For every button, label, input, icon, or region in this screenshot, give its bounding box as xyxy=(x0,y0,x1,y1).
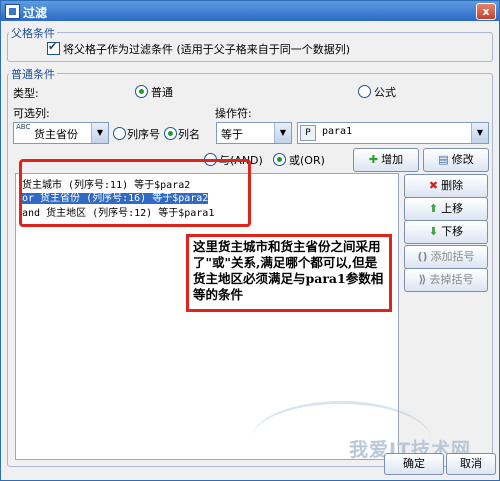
parent-filter-label: 将父格子作为过滤条件 (适用于父子格来自于同一个数据列) xyxy=(63,43,351,56)
column-index-radio[interactable] xyxy=(113,127,126,140)
type-normal-radio[interactable] xyxy=(135,85,148,98)
column-name-radio[interactable] xyxy=(164,127,177,140)
normal-condition-legend: 普通条件 xyxy=(9,66,57,82)
annotation-note: 这里货主城市和货主省份之间采用了"或"关系,满足哪个都可以,但是货主地区必须满足… xyxy=(186,234,392,312)
move-up-button[interactable]: ⬆ 上移 xyxy=(404,197,488,221)
delete-button[interactable]: ✖ 删除 xyxy=(404,174,488,198)
parameter-value: para1 xyxy=(322,126,353,137)
remove-bracket-button[interactable]: ⟫ 去掉括号 xyxy=(404,268,488,292)
operator-select[interactable]: 等于 ▼ xyxy=(216,122,292,144)
column-name-label: 列名 xyxy=(178,128,200,141)
abc-icon: ABC xyxy=(16,123,31,131)
filter-dialog: 过滤 x 父格条件 将父格子作为过滤条件 (适用于父子格来自于同一个数据列) 普… xyxy=(0,0,500,481)
bracket-icon: ⟫ xyxy=(418,273,427,286)
column-index-label: 列序号 xyxy=(127,128,160,141)
type-formula-label: 公式 xyxy=(374,86,396,99)
logic-or-radio[interactable] xyxy=(273,153,286,166)
title-bar[interactable]: 过滤 x xyxy=(1,1,499,21)
cancel-button[interactable]: 取消 xyxy=(446,453,496,475)
operator-value: 等于 xyxy=(221,128,243,141)
conditions-highlight-box xyxy=(19,159,251,227)
type-label: 类型: xyxy=(13,87,39,100)
chevron-down-icon[interactable]: ▼ xyxy=(471,123,488,143)
logic-or-label: 或(OR) xyxy=(289,154,325,167)
modify-button[interactable]: ▤ 修改 xyxy=(423,148,489,172)
delete-icon: ✖ xyxy=(428,179,439,192)
edit-icon: ▤ xyxy=(438,153,449,166)
bracket-icon: () xyxy=(417,250,428,263)
column-value: 货主省份 xyxy=(34,128,78,141)
parent-condition-legend: 父格条件 xyxy=(9,25,57,41)
arrow-down-icon: ⬇ xyxy=(428,225,439,238)
type-normal-label: 普通 xyxy=(151,86,173,99)
chevron-down-icon[interactable]: ▼ xyxy=(91,123,108,143)
ok-button[interactable]: 确定 xyxy=(384,453,444,475)
add-button[interactable]: ✚ 增加 xyxy=(353,148,419,172)
available-columns-label: 可选列: xyxy=(13,107,50,120)
column-select[interactable]: ABC 货主省份 ▼ xyxy=(13,122,109,144)
param-type-icon[interactable]: P xyxy=(300,125,316,141)
parent-filter-checkbox[interactable] xyxy=(47,40,60,55)
move-down-button[interactable]: ⬇ 下移 xyxy=(404,220,488,244)
chevron-down-icon[interactable]: ▼ xyxy=(274,123,291,143)
type-formula-radio[interactable] xyxy=(358,85,371,98)
close-button[interactable]: x xyxy=(476,3,496,20)
arrow-up-icon: ⬆ xyxy=(428,202,439,215)
operator-label: 操作符: xyxy=(215,107,252,120)
add-bracket-button[interactable]: () 添加括号 xyxy=(404,245,488,269)
plus-icon: ✚ xyxy=(368,153,379,166)
window-title: 过滤 xyxy=(23,6,48,20)
app-icon xyxy=(5,4,20,19)
parameter-select[interactable]: P para1 ▼ xyxy=(297,122,489,144)
